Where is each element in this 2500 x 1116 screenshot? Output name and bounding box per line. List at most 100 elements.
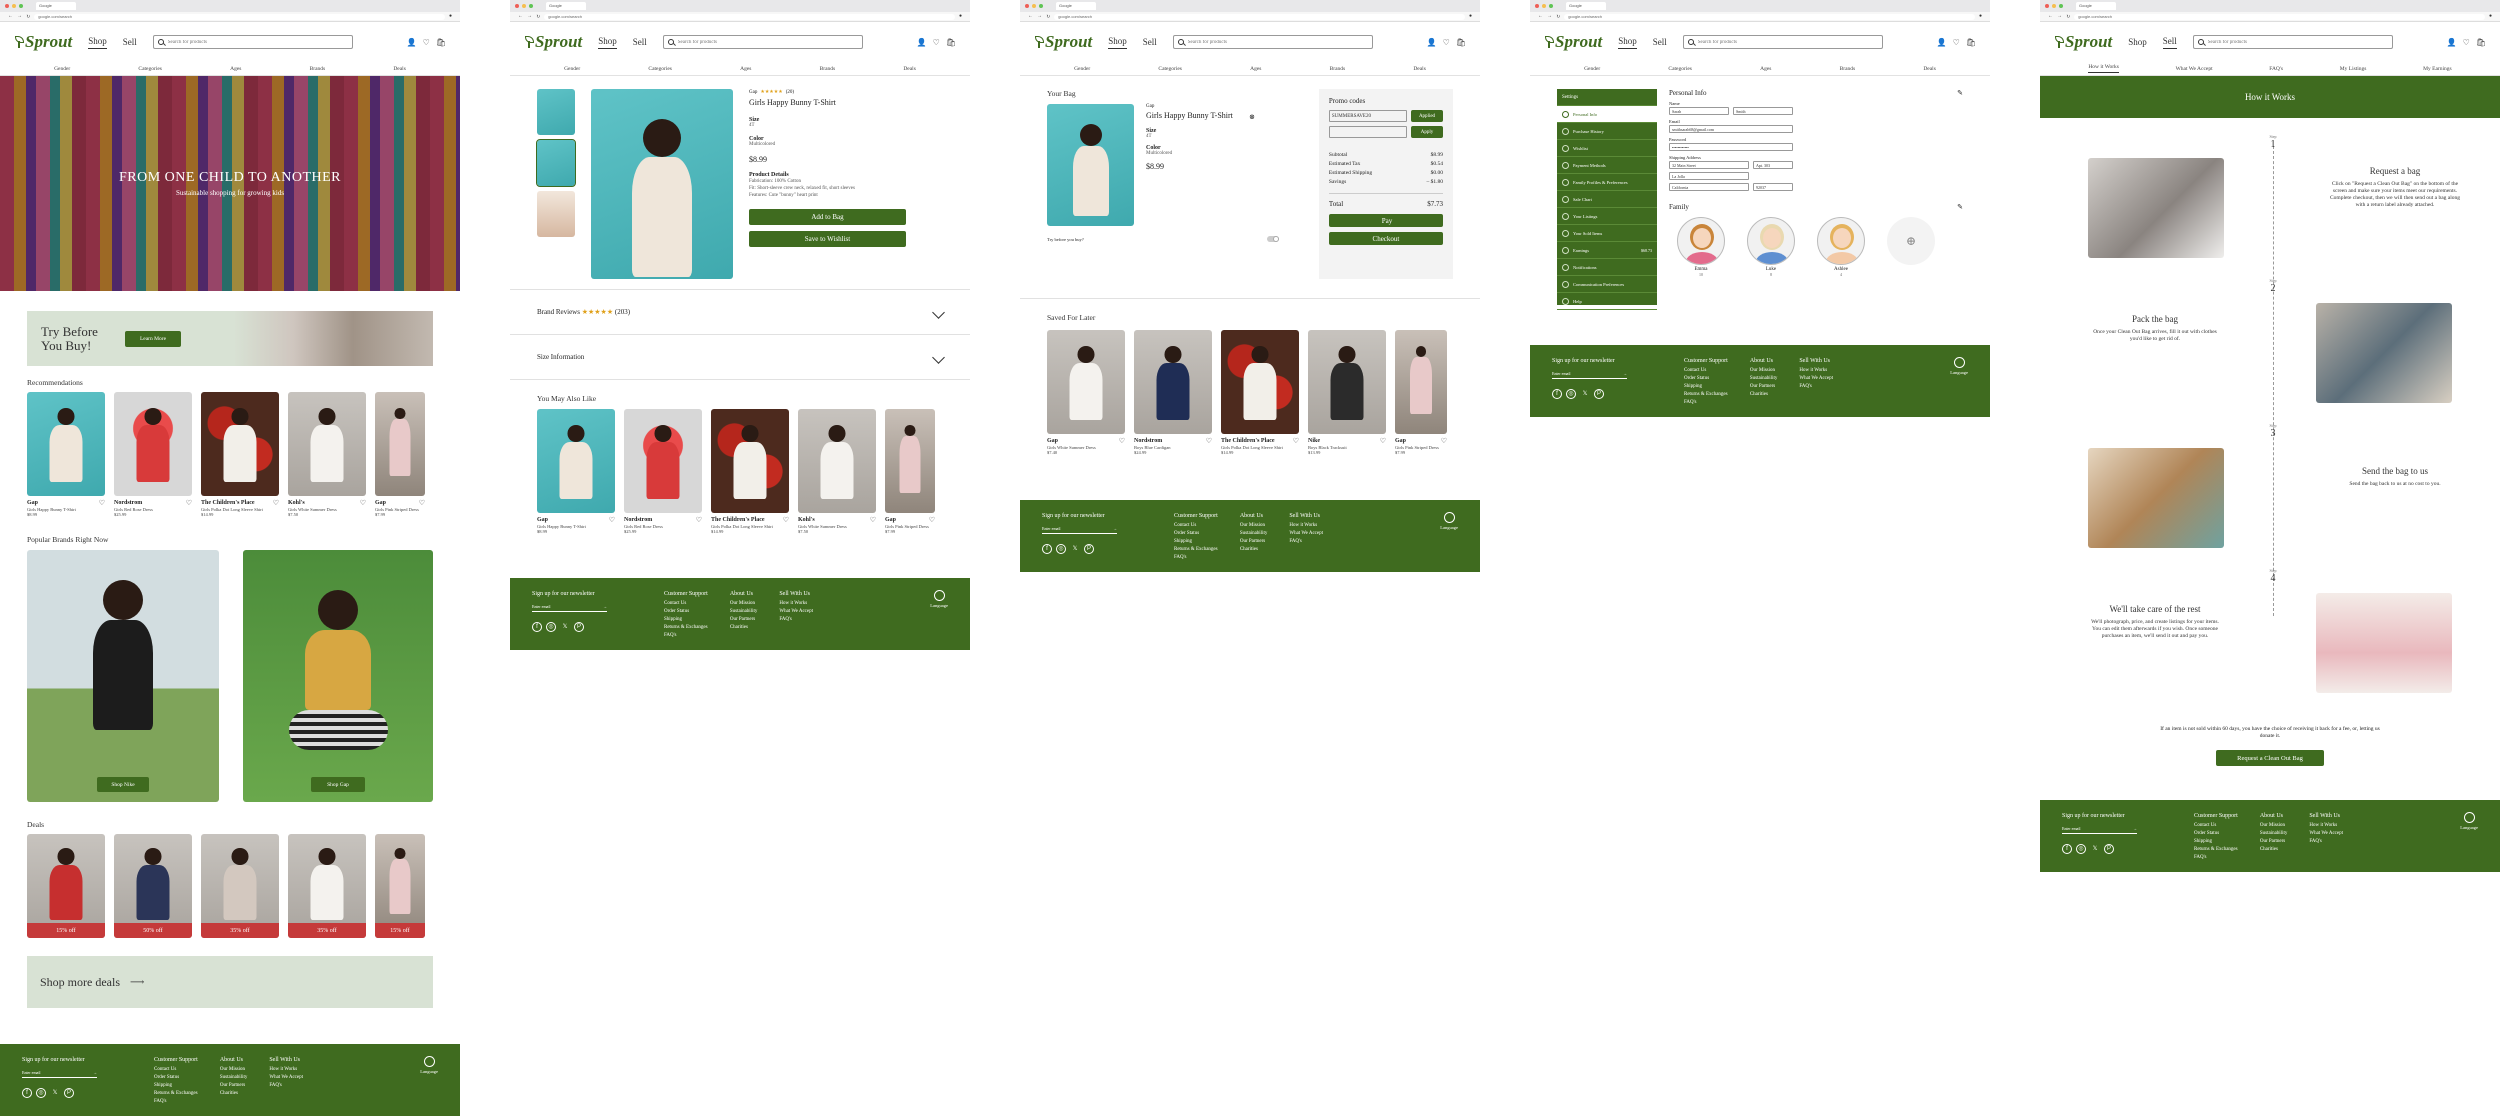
account-icon[interactable]: 👤 — [917, 38, 927, 47]
category-ages[interactable]: Ages — [230, 66, 241, 72]
maximize-window-icon[interactable] — [1549, 4, 1553, 8]
footer-link[interactable]: Shipping — [154, 1082, 198, 1090]
footer-link[interactable]: How it Works — [2309, 822, 2343, 830]
footer-link[interactable]: Order Status — [1684, 375, 1728, 383]
settings-menu-item[interactable]: Your Sold Items — [1557, 225, 1657, 242]
thumbnail-2[interactable] — [536, 139, 576, 187]
settings-menu-item[interactable]: Purchase History — [1557, 123, 1657, 140]
search-box[interactable] — [1682, 35, 1883, 49]
footer-link[interactable]: FAQ's — [1289, 538, 1323, 546]
footer-link[interactable]: FAQ's — [1799, 383, 1833, 391]
footer-link[interactable]: FAQ's — [2194, 854, 2238, 862]
language-selector[interactable]: Language — [2460, 812, 2478, 830]
nav-sell[interactable]: Sell — [1653, 37, 1667, 47]
url-field[interactable]: google.com/search — [34, 13, 445, 20]
wishlist-heart-icon[interactable]: ♡ — [609, 516, 615, 524]
wishlist-heart-icon[interactable]: ♡ — [419, 499, 425, 507]
footer-link[interactable]: Order Status — [664, 608, 708, 616]
minimize-window-icon[interactable] — [522, 4, 526, 8]
x-twitter-icon[interactable]: 𝕏 — [560, 622, 570, 632]
search-box[interactable] — [152, 35, 353, 49]
footer-link[interactable]: Returns & Exchanges — [664, 624, 708, 632]
close-window-icon[interactable] — [1025, 4, 1029, 8]
instagram-icon[interactable]: ◎ — [1566, 389, 1576, 399]
search-input[interactable] — [1697, 39, 1878, 45]
shopping-bag-icon[interactable]: 🛍 — [2476, 38, 2486, 47]
footer-link[interactable]: Contact Us — [2194, 822, 2238, 830]
instagram-icon[interactable]: ◎ — [2076, 844, 2086, 854]
settings-menu-item[interactable]: Help — [1557, 293, 1657, 310]
shop-gap-button[interactable]: Shop Gap — [311, 777, 365, 792]
wishlist-heart-icon[interactable]: ♡ — [933, 38, 940, 47]
footer-link[interactable]: What We Accept — [1799, 375, 1833, 383]
wishlist-heart-icon[interactable]: ♡ — [360, 499, 366, 507]
close-window-icon[interactable] — [2045, 4, 2049, 8]
sell-nav-how-it-works[interactable]: How it Works — [2088, 64, 2119, 73]
pinterest-icon[interactable]: P — [1594, 389, 1604, 399]
facebook-icon[interactable]: f — [1042, 544, 1052, 554]
category-brands[interactable]: Brands — [820, 66, 836, 72]
sell-nav-my-earnings[interactable]: My Earnings — [2423, 66, 2452, 72]
profile-icon[interactable]: ● — [959, 14, 962, 19]
nav-sell[interactable]: Sell — [1143, 37, 1157, 47]
checkout-button[interactable]: Checkout — [1328, 232, 1443, 245]
footer-link[interactable]: Our Partners — [1240, 538, 1268, 546]
browser-tab[interactable]: Google — [36, 2, 76, 10]
category-deals[interactable]: Deals — [1413, 66, 1426, 72]
footer-link[interactable]: Returns & Exchanges — [1174, 546, 1218, 554]
learn-more-button[interactable]: Learn More — [125, 330, 181, 347]
x-twitter-icon[interactable]: 𝕏 — [1070, 544, 1080, 554]
brand-reviews-accordion[interactable]: Brand Reviews ★★★★★ (203) — [510, 289, 970, 334]
sprout-logo[interactable]: Sprout — [1544, 32, 1602, 52]
reload-icon[interactable]: ↻ — [1556, 14, 1560, 20]
nav-sell[interactable]: Sell — [633, 37, 647, 47]
apt-field[interactable]: Apt. 303 — [1753, 161, 1793, 169]
apple-pay-button[interactable]: Pay — [1328, 214, 1443, 227]
settings-menu-item[interactable]: Earnings $68.73 — [1557, 242, 1657, 259]
sprout-logo[interactable]: Sprout — [14, 32, 72, 52]
close-window-icon[interactable] — [1535, 4, 1539, 8]
shop-more-deals-banner[interactable]: Shop more deals ⟶ — [27, 956, 433, 1008]
nav-shop[interactable]: Shop — [598, 36, 617, 49]
facebook-icon[interactable]: f — [532, 622, 542, 632]
footer-link[interactable]: Our Mission — [2260, 822, 2288, 830]
forward-arrow-icon[interactable]: → — [2057, 14, 2062, 19]
search-input[interactable] — [677, 39, 858, 45]
search-box[interactable] — [1172, 35, 1373, 49]
footer-link[interactable]: How it Works — [269, 1066, 303, 1074]
browser-tab[interactable]: Google — [546, 2, 586, 10]
product-card[interactable]: Gap ♡ Girls Pink Striped Dress $7.99 — [1395, 330, 1447, 455]
footer-link[interactable]: Order Status — [154, 1074, 198, 1082]
footer-link[interactable]: What We Accept — [2309, 830, 2343, 838]
account-icon[interactable]: 👤 — [2447, 38, 2457, 47]
wishlist-heart-icon[interactable]: ♡ — [1441, 437, 1447, 445]
settings-menu-item[interactable]: Payment Methods — [1557, 157, 1657, 174]
category-ages[interactable]: Ages — [1760, 66, 1771, 72]
shopping-bag-icon[interactable]: 🛍 — [1966, 38, 1976, 47]
promo-input[interactable] — [1328, 126, 1407, 138]
footer-link[interactable]: FAQ's — [664, 632, 708, 640]
wishlist-heart-icon[interactable]: ♡ — [1206, 437, 1212, 445]
forward-arrow-icon[interactable]: → — [1547, 14, 1552, 19]
category-categories[interactable]: Categories — [1158, 66, 1182, 72]
footer-link[interactable]: Returns & Exchanges — [154, 1090, 198, 1098]
footer-link[interactable]: Charities — [220, 1090, 248, 1098]
footer-link[interactable]: Sustainability — [730, 608, 758, 616]
footer-link[interactable]: Shipping — [2194, 838, 2238, 846]
footer-link[interactable]: Sustainability — [220, 1074, 248, 1082]
product-card[interactable]: Kohl's ♡ Girls White Summer Dress $7.50 — [288, 392, 366, 517]
nav-shop[interactable]: Shop — [2128, 37, 2147, 47]
product-card[interactable]: The Children's Place ♡ Girls Polka Dot Lon… — [201, 392, 279, 517]
city-field[interactable]: La Jolla — [1669, 172, 1749, 180]
footer-link[interactable]: FAQ's — [269, 1082, 303, 1090]
arrow-right-icon[interactable]: → — [2133, 825, 2137, 833]
footer-link[interactable]: Shipping — [1174, 538, 1218, 546]
reload-icon[interactable]: ↻ — [536, 14, 540, 20]
maximize-window-icon[interactable] — [529, 4, 533, 8]
minimize-window-icon[interactable] — [1032, 4, 1036, 8]
footer-link[interactable]: Our Partners — [2260, 838, 2288, 846]
sprout-logo[interactable]: Sprout — [524, 32, 582, 52]
wishlist-heart-icon[interactable]: ♡ — [186, 499, 192, 507]
category-categories[interactable]: Categories — [138, 66, 162, 72]
category-brands[interactable]: Brands — [1330, 66, 1346, 72]
